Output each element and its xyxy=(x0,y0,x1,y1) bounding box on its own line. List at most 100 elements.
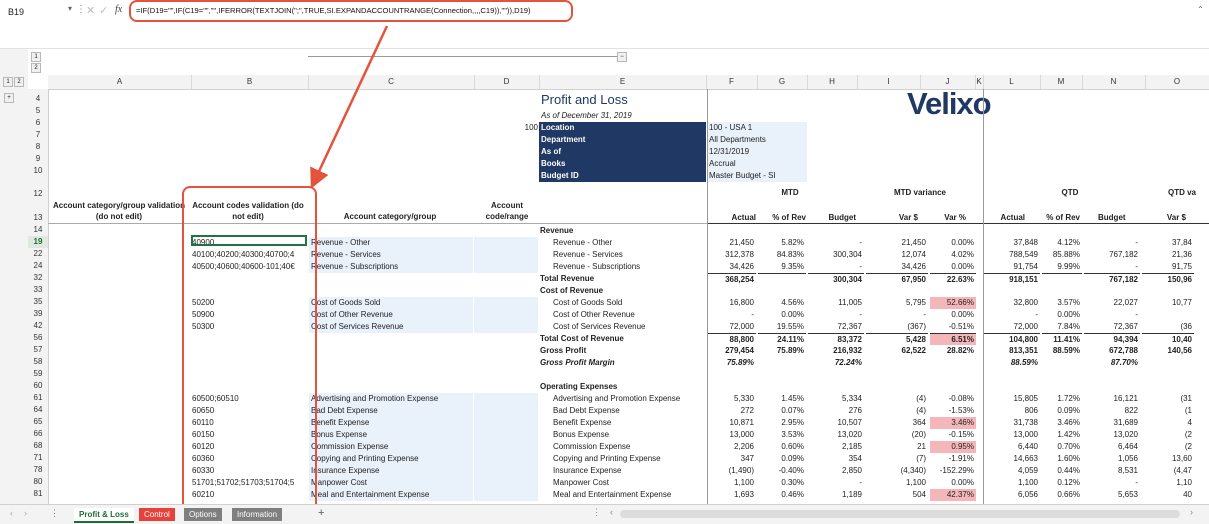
qtd-budget-cell[interactable]: 6,464 xyxy=(1084,441,1140,453)
mtd-actual-cell[interactable]: 368,254 xyxy=(708,273,756,285)
qtd-var-dollar-cell[interactable]: 13,60 xyxy=(1142,453,1194,465)
qtd-actual-cell[interactable]: 37,848 xyxy=(984,237,1040,249)
mtd-actual-cell[interactable]: 21,450 xyxy=(708,237,756,249)
qtd-budget-cell[interactable]: 72,367 xyxy=(1084,321,1140,333)
qtd-budget-cell[interactable]: 16,121 xyxy=(1084,393,1140,405)
row-header[interactable]: 59 xyxy=(28,368,48,380)
account-category-cell[interactable]: Revenue - Subscriptions xyxy=(309,261,473,273)
qtd-var-dollar-cell[interactable]: 10,40 xyxy=(1142,333,1194,345)
mtd-actual-cell[interactable]: 1,693 xyxy=(708,489,756,501)
confirm-icon[interactable]: ✓ xyxy=(99,4,108,17)
qtd-var-dollar-cell[interactable]: (1 xyxy=(1142,405,1194,417)
mtd-var-dollar-cell[interactable]: (4) xyxy=(866,405,928,417)
account-category-cell[interactable]: Copying and Printing Expense xyxy=(309,453,473,465)
column-header-c[interactable]: C xyxy=(308,75,475,89)
qtd-budget-cell[interactable]: 22,027 xyxy=(1084,297,1140,309)
mtd-budget-cell[interactable]: - xyxy=(808,237,864,249)
account-category-cell[interactable]: Revenue - Services xyxy=(309,249,473,261)
line-label-cell[interactable]: Advertising and Promotion Expense xyxy=(553,393,706,405)
qtd-var-dollar-cell[interactable]: (36 xyxy=(1142,321,1194,333)
mtd-var-dollar-cell[interactable]: 1,100 xyxy=(866,477,928,489)
account-code-range-cell[interactable] xyxy=(474,441,538,453)
qtd-budget-cell[interactable]: - xyxy=(1084,237,1140,249)
line-label-cell[interactable]: Total Cost of Revenue xyxy=(540,333,706,345)
qtd-pct-rev-cell[interactable]: 0.70% xyxy=(1042,441,1082,453)
qtd-var-dollar-cell[interactable]: 150,96 xyxy=(1142,273,1194,285)
param-value[interactable]: All Departments xyxy=(707,134,807,146)
mtd-pct-rev-cell[interactable] xyxy=(758,357,806,369)
column-header-o[interactable]: O xyxy=(1145,75,1209,89)
mtd-budget-cell[interactable]: 300,304 xyxy=(808,273,864,285)
row-header[interactable]: 66 xyxy=(28,428,48,440)
line-label-cell[interactable]: Meal and Entertainment Expense xyxy=(553,489,706,501)
row-header[interactable]: 32 xyxy=(28,272,48,284)
qtd-pct-rev-cell[interactable] xyxy=(1042,285,1082,297)
qtd-budget-cell[interactable] xyxy=(1084,225,1140,237)
qtd-actual-cell[interactable]: 813,351 xyxy=(984,345,1040,357)
mtd-budget-cell[interactable] xyxy=(808,225,864,237)
qtd-pct-rev-cell[interactable]: 1.72% xyxy=(1042,393,1082,405)
mtd-var-pct-cell[interactable]: -1.91% xyxy=(930,453,976,465)
account-category-cell[interactable]: Bonus Expense xyxy=(309,429,473,441)
account-code-range-cell[interactable] xyxy=(474,489,538,501)
mtd-var-pct-cell[interactable]: -0.08% xyxy=(930,393,976,405)
qtd-var-dollar-cell[interactable]: 40 xyxy=(1142,489,1194,501)
qtd-budget-cell[interactable]: - xyxy=(1084,261,1140,273)
mtd-pct-rev-cell[interactable]: 75.89% xyxy=(758,345,806,357)
row-header[interactable]: 64 xyxy=(28,404,48,416)
row-header[interactable]: 39 xyxy=(28,308,48,320)
account-code-range-cell[interactable] xyxy=(474,429,538,441)
qtd-budget-cell[interactable] xyxy=(1084,285,1140,297)
mtd-pct-rev-cell[interactable]: 3.53% xyxy=(758,429,806,441)
mtd-var-dollar-cell[interactable]: 504 xyxy=(866,489,928,501)
param-value[interactable]: 12/31/2019 xyxy=(707,146,807,158)
next-sheet-icon[interactable]: › xyxy=(24,508,27,518)
mtd-var-pct-cell[interactable]: 0.00% xyxy=(930,309,976,321)
row-header-selected[interactable]: 19 xyxy=(28,236,48,248)
qtd-budget-cell[interactable]: 5,653 xyxy=(1084,489,1140,501)
qtd-var-dollar-cell[interactable]: 37,84 xyxy=(1142,237,1194,249)
insert-function-icon[interactable]: fx xyxy=(115,4,122,15)
account-category-cell[interactable]: Cost of Other Revenue xyxy=(309,309,473,321)
row-header[interactable]: 80 xyxy=(28,476,48,488)
mtd-var-dollar-cell[interactable]: 5,428 xyxy=(866,333,928,345)
qtd-budget-cell[interactable] xyxy=(1084,369,1140,381)
account-category-cell[interactable]: Benefit Expense xyxy=(309,417,473,429)
qtd-pct-rev-cell[interactable]: 88.59% xyxy=(1042,345,1082,357)
mtd-actual-cell[interactable] xyxy=(708,369,756,381)
mtd-var-dollar-cell[interactable]: 12,074 xyxy=(866,249,928,261)
mtd-actual-cell[interactable]: 75.89% xyxy=(708,357,756,369)
qtd-var-dollar-cell[interactable]: 1,10 xyxy=(1142,477,1194,489)
qtd-var-dollar-cell[interactable] xyxy=(1142,309,1194,321)
mtd-var-pct-cell[interactable]: -152.29% xyxy=(930,465,976,477)
qtd-pct-rev-cell[interactable] xyxy=(1042,225,1082,237)
account-code-range-cell[interactable] xyxy=(474,417,538,429)
mtd-pct-rev-cell[interactable]: 0.30% xyxy=(758,477,806,489)
mtd-var-pct-cell[interactable]: 0.00% xyxy=(930,237,976,249)
qtd-budget-cell[interactable]: 767,182 xyxy=(1084,249,1140,261)
mtd-actual-cell[interactable]: 2,206 xyxy=(708,441,756,453)
mtd-pct-rev-cell[interactable]: 84.83% xyxy=(758,249,806,261)
mtd-pct-rev-cell[interactable]: 9.35% xyxy=(758,261,806,273)
account-code-range-cell[interactable] xyxy=(474,465,538,477)
qtd-pct-rev-cell[interactable]: 0.12% xyxy=(1042,477,1082,489)
qtd-actual-cell[interactable] xyxy=(984,285,1040,297)
mtd-budget-cell[interactable]: 72.24% xyxy=(808,357,864,369)
row-header[interactable]: 9 xyxy=(28,153,48,165)
qtd-pct-rev-cell[interactable]: 85.88% xyxy=(1042,249,1082,261)
account-code-range-cell[interactable] xyxy=(474,393,538,405)
sheet-scroll-menu-icon[interactable]: ⋮ xyxy=(592,507,601,518)
mtd-var-pct-cell[interactable]: 0.00% xyxy=(930,477,976,489)
mtd-actual-cell[interactable]: 1,100 xyxy=(708,477,756,489)
line-label-cell[interactable]: Gross Profit xyxy=(540,345,706,357)
row-header[interactable]: 13 xyxy=(28,212,48,224)
line-label-cell[interactable]: Copying and Printing Expense xyxy=(553,453,706,465)
mtd-var-dollar-cell[interactable]: 62,522 xyxy=(866,345,928,357)
qtd-pct-rev-cell[interactable]: 0.44% xyxy=(1042,465,1082,477)
row-header[interactable]: 68 xyxy=(28,440,48,452)
mtd-pct-rev-cell[interactable] xyxy=(758,225,806,237)
qtd-var-dollar-cell[interactable] xyxy=(1142,285,1194,297)
row-header[interactable]: 12 xyxy=(28,188,48,200)
qtd-var-dollar-cell[interactable]: (2 xyxy=(1142,429,1194,441)
qtd-pct-rev-cell[interactable]: 4.12% xyxy=(1042,237,1082,249)
